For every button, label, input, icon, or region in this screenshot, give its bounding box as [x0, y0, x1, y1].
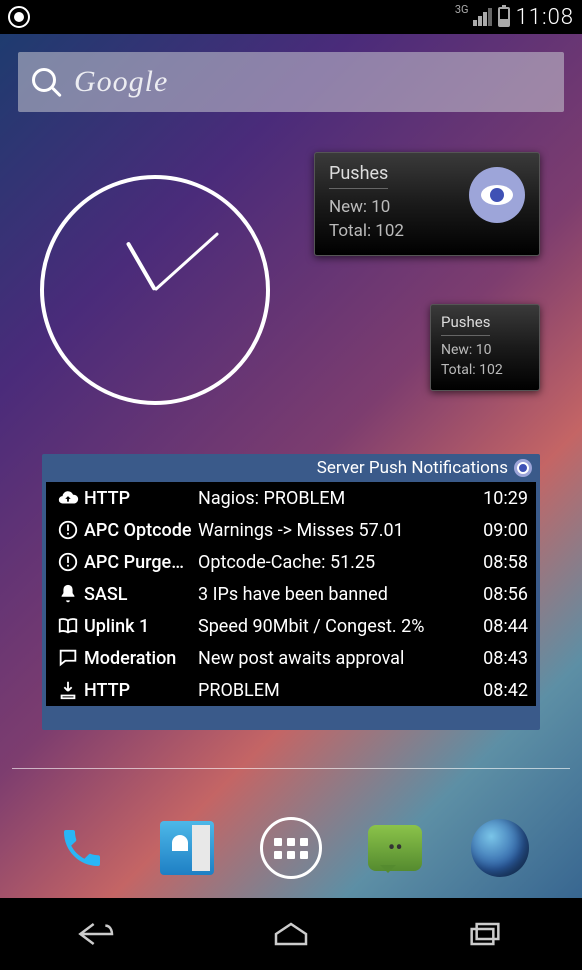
notification-row[interactable]: Uplink 1Speed 90Mbit / Congest. 2%08:44	[46, 610, 536, 642]
notification-time: 08:42	[483, 680, 528, 701]
app-drawer-button[interactable]	[257, 814, 325, 882]
pushes-new: New: 10	[441, 342, 529, 358]
notification-label: Uplink 1	[84, 616, 196, 637]
app-status-icon	[8, 6, 30, 28]
messaging-app[interactable]: ••	[361, 814, 429, 882]
contacts-icon	[160, 821, 214, 875]
apps-icon	[260, 817, 322, 879]
browser-app[interactable]	[466, 814, 534, 882]
notification-label: APC Purge…	[84, 552, 196, 573]
notification-label: HTTP	[84, 680, 196, 701]
server-widget-header: Server Push Notifications	[42, 454, 540, 482]
notification-row[interactable]: APC Purge…Optcode-Cache: 51.2508:58	[46, 546, 536, 578]
notification-time: 10:29	[483, 488, 528, 509]
notification-message: Nagios: PROBLEM	[198, 488, 481, 509]
notification-time: 08:56	[483, 584, 528, 605]
server-notifications-widget[interactable]: Server Push Notifications HTTPNagios: PR…	[42, 454, 540, 730]
globe-icon	[471, 819, 529, 877]
server-notification-list: HTTPNagios: PROBLEM10:29APC OptcodeWarni…	[46, 482, 536, 706]
notification-label: APC Optcode	[84, 520, 196, 541]
notification-message: PROBLEM	[198, 680, 481, 701]
notification-time: 08:58	[483, 552, 528, 573]
book-icon	[54, 614, 82, 638]
notification-label: SASL	[84, 584, 196, 605]
page-indicator-divider	[12, 768, 570, 769]
notification-time: 08:44	[483, 616, 528, 637]
hour-hand	[126, 241, 157, 291]
eye-icon	[514, 459, 532, 477]
pushes-total: Total: 102	[329, 221, 525, 241]
notification-row[interactable]: HTTPPROBLEM08:42	[46, 674, 536, 706]
message-icon: ••	[368, 825, 422, 871]
analog-clock-widget[interactable]	[40, 175, 270, 405]
home-button[interactable]	[261, 914, 321, 954]
notification-message: 3 IPs have been banned	[198, 584, 481, 605]
navigation-bar	[0, 898, 582, 970]
eye-icon	[469, 167, 525, 223]
contacts-app[interactable]	[153, 814, 221, 882]
notification-message: Warnings -> Misses 57.01	[198, 520, 481, 541]
back-button[interactable]	[67, 914, 127, 954]
pushes-widget-large[interactable]: Pushes New: 10 Total: 102	[314, 152, 540, 256]
pushes-widget-small[interactable]: Pushes New: 10 Total: 102	[430, 304, 540, 391]
minute-hand	[154, 232, 219, 291]
pushes-total: Total: 102	[441, 362, 529, 378]
phone-icon	[58, 824, 106, 872]
alert-icon	[54, 550, 82, 574]
status-bar: 3G 11:08	[0, 0, 582, 34]
google-search-bar[interactable]: Google	[18, 52, 564, 112]
status-clock: 11:08	[516, 5, 574, 30]
alert-icon	[54, 518, 82, 542]
notification-message: New post awaits approval	[198, 648, 481, 669]
notification-time: 08:43	[483, 648, 528, 669]
pushes-title: Pushes	[441, 313, 490, 336]
cloud-up-icon	[54, 486, 82, 510]
server-widget-title: Server Push Notifications	[317, 458, 508, 478]
notification-time: 09:00	[483, 520, 528, 541]
notification-message: Optcode-Cache: 51.25	[198, 552, 481, 573]
notification-row[interactable]: SASL3 IPs have been banned08:56	[46, 578, 536, 610]
pushes-title: Pushes	[329, 163, 388, 189]
notification-label: Moderation	[84, 648, 196, 669]
chat-icon	[54, 646, 82, 670]
notification-row[interactable]: APC OptcodeWarnings -> Misses 57.0109:00	[46, 514, 536, 546]
recents-button[interactable]	[455, 914, 515, 954]
signal-icon	[473, 8, 492, 26]
bell-icon	[54, 582, 82, 606]
notification-label: HTTP	[84, 488, 196, 509]
search-icon	[32, 68, 60, 96]
dock: ••	[0, 810, 582, 886]
search-placeholder: Google	[74, 65, 168, 99]
phone-app[interactable]	[48, 814, 116, 882]
battery-icon	[498, 7, 510, 27]
download-icon	[54, 678, 82, 702]
notification-message: Speed 90Mbit / Congest. 2%	[198, 616, 481, 637]
notification-row[interactable]: ModerationNew post awaits approval08:43	[46, 642, 536, 674]
network-type: 3G	[455, 3, 469, 16]
notification-row[interactable]: HTTPNagios: PROBLEM10:29	[46, 482, 536, 514]
